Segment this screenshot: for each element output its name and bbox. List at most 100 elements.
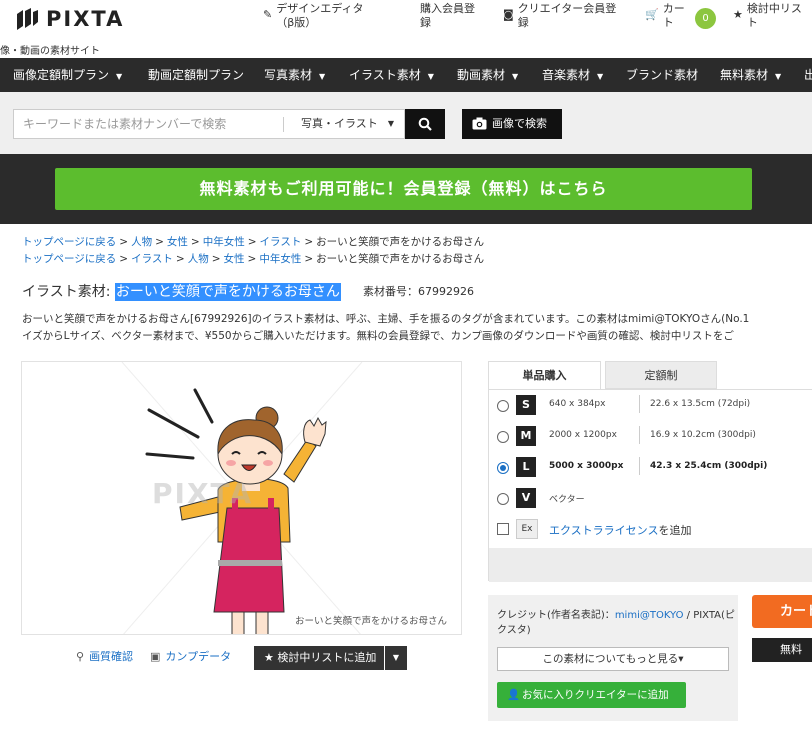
caret-down-icon: ▼ bbox=[597, 72, 604, 81]
signup-promo-button[interactable]: 無料素材もご利用可能に！会員登録（無料）はこちら bbox=[55, 168, 752, 210]
site-header: PIXTA 像・動画の素材サイト ✎ デザインエディタ（β版） 購入会員登録 ◙… bbox=[0, 0, 812, 57]
caret-down-icon: ▼ bbox=[512, 72, 519, 81]
camera-icon bbox=[472, 117, 487, 130]
breadcrumb-link[interactable]: トップページに戻る bbox=[22, 236, 116, 248]
cat-label: 出 bbox=[804, 68, 812, 82]
cat-free[interactable]: 無料素材 ▼ bbox=[720, 58, 781, 92]
title-name: おーいと笑顔で声をかけるお母さん bbox=[114, 283, 341, 301]
site-tagline: 像・動画の素材サイト bbox=[0, 46, 100, 57]
image-search-button[interactable]: 画像で検索 bbox=[462, 109, 562, 139]
nav-buyer-signup[interactable]: 購入会員登録 bbox=[420, 2, 490, 30]
search-type-value: 写真・イラスト bbox=[301, 117, 378, 130]
cat-label: イラスト素材 bbox=[349, 68, 421, 82]
breadcrumb: トップページに戻る > イラスト > 人物 > 女性 > 中年女性 > おーいと笑顔で声をかけるお母… bbox=[22, 253, 485, 265]
search-area: 写真・イラスト ▼ 画像で検索 bbox=[0, 92, 812, 154]
more-about-material-button[interactable]: この素材についてもっと見る▾ bbox=[497, 647, 729, 671]
pixta-logo[interactable]: PIXTA bbox=[14, 6, 124, 32]
breadcrumb-link[interactable]: トップページに戻る bbox=[22, 253, 116, 265]
cat-videos[interactable]: 動画素材 ▼ bbox=[457, 58, 518, 92]
caret-down-icon: ▼ bbox=[775, 72, 782, 81]
size-option-s[interactable]: S 640 x 384px 22.6 x 13.5cm (72dpi) bbox=[489, 392, 812, 422]
star-icon: ★ bbox=[264, 651, 278, 664]
size-option-m[interactable]: M 2000 x 1200px 16.9 x 10.2cm (300dpi) bbox=[489, 423, 812, 453]
breadcrumb-current: おーいと笑顔で声をかけるお母さん bbox=[316, 236, 485, 248]
free-download-button[interactable]: 無料 bbox=[752, 638, 812, 662]
cat-label: 音楽素材 bbox=[542, 68, 591, 82]
size-option-l[interactable]: L 5000 x 3000px 42.3 x 25.4cm (300dpi) bbox=[489, 454, 812, 484]
size-radio[interactable] bbox=[497, 400, 509, 412]
cat-label: 動画定額制プラン bbox=[148, 68, 245, 82]
star-icon: ★ bbox=[733, 8, 743, 21]
cat-illustrations[interactable]: イラスト素材 ▼ bbox=[349, 58, 434, 92]
cat-photos[interactable]: 写真素材 ▼ bbox=[264, 58, 325, 92]
quality-check-label: 画質確認 bbox=[89, 650, 134, 663]
size-radio[interactable] bbox=[497, 431, 509, 443]
breadcrumb-link[interactable]: 中年女性 bbox=[203, 236, 245, 248]
divider bbox=[283, 117, 284, 132]
add-favorite-creator-button[interactable]: 👤 お気に入りクリエイターに追加 bbox=[497, 682, 686, 708]
pencil-icon: ✎ bbox=[263, 8, 273, 21]
cat-video-subscription[interactable]: 動画定額制プラン bbox=[148, 58, 244, 92]
breadcrumb-link[interactable]: イラスト bbox=[260, 236, 302, 248]
breadcrumb-current: おーいと笑顔で声をかけるお母さん bbox=[316, 253, 485, 265]
size-code: M bbox=[516, 426, 536, 446]
cat-music[interactable]: 音楽素材 ▼ bbox=[542, 58, 603, 92]
size-code: S bbox=[516, 395, 536, 415]
search-icon bbox=[418, 117, 432, 131]
author-link[interactable]: mimi@TOKYO bbox=[615, 610, 684, 621]
material-number: 素材番号：67992926 bbox=[363, 285, 474, 298]
image-search-label: 画像で検索 bbox=[492, 117, 547, 130]
extra-license-suffix: を追加 bbox=[658, 524, 692, 537]
comp-data-link[interactable]: ▣ カンプデータ bbox=[150, 644, 231, 670]
nav-cart[interactable]: 🛒 カート bbox=[645, 2, 690, 30]
description-line: おーいと笑顔で声をかけるお母さん[67992926]のイラスト素材は、呼ぶ、主婦… bbox=[22, 313, 750, 325]
nav-wishlist-label: 検討中リスト bbox=[746, 2, 802, 29]
magnifier-icon: ⚲ bbox=[76, 650, 85, 663]
size-cm: 22.6 x 13.5cm (72dpi) bbox=[639, 395, 750, 413]
tab-single-purchase[interactable]: 単品購入 bbox=[488, 361, 601, 389]
nav-design-editor-label: デザインエディタ（β版） bbox=[276, 2, 364, 29]
size-code: L bbox=[516, 457, 536, 477]
search-button[interactable] bbox=[405, 109, 445, 139]
nav-wishlist[interactable]: ★ 検討中リスト bbox=[733, 2, 812, 30]
cat-brand[interactable]: ブランド素材 bbox=[626, 58, 698, 92]
size-radio-selected[interactable] bbox=[497, 462, 509, 474]
breadcrumb-link[interactable]: 女性 bbox=[167, 236, 188, 248]
breadcrumb-link[interactable]: 人物 bbox=[131, 236, 152, 248]
extra-license-checkbox[interactable] bbox=[497, 523, 509, 535]
size-option-v[interactable]: V ベクター bbox=[489, 485, 812, 515]
cat-label: 画像定額制プラン bbox=[13, 68, 110, 82]
breadcrumb-link[interactable]: 女性 bbox=[224, 253, 245, 265]
cat-image-subscription[interactable]: 画像定額制プラン ▼ bbox=[13, 58, 122, 92]
extra-license-option[interactable]: Ex エクストラライセンスを追加 bbox=[489, 516, 812, 546]
credit-box: クレジット(作者名表記)：mimi@TOKYO / PIXTA(ピクスタ) この… bbox=[488, 595, 738, 721]
credit-text: クレジット(作者名表記)：mimi@TOKYO / PIXTA(ピクスタ) bbox=[497, 608, 738, 638]
add-to-wishlist-button[interactable]: ★ 検討中リストに追加 bbox=[254, 646, 384, 670]
nav-design-editor[interactable]: ✎ デザインエディタ（β版） bbox=[263, 2, 393, 30]
size-cm: 42.3 x 25.4cm (300dpi) bbox=[639, 457, 767, 475]
comp-data-label: カンプデータ bbox=[165, 650, 232, 663]
search-type-select[interactable]: 写真・イラスト ▼ bbox=[283, 109, 405, 139]
tab-subscription[interactable]: 定額制 bbox=[605, 361, 717, 389]
add-to-cart-button[interactable]: カート bbox=[752, 595, 812, 628]
size-px: 5000 x 3000px bbox=[549, 461, 624, 471]
breadcrumb-link[interactable]: 中年女性 bbox=[259, 253, 301, 265]
preview-image[interactable]: PIXTA おーいと笑顔で声をかけるお母さん bbox=[21, 361, 462, 635]
breadcrumb-link[interactable]: 人物 bbox=[188, 253, 209, 265]
pixta-logo-icon bbox=[17, 8, 38, 30]
breadcrumb: トップページに戻る > 人物 > 女性 > 中年女性 > イラスト > おーいと笑顔で声をかけるお母… bbox=[22, 236, 485, 248]
search-input[interactable] bbox=[13, 109, 283, 139]
size-radio[interactable] bbox=[497, 493, 509, 505]
camera-icon: ◙ bbox=[503, 8, 514, 21]
category-bar: 画像定額制プラン ▼ 動画定額制プラン 写真素材 ▼ イラスト素材 ▼ 動画素材 ▼ 音… bbox=[0, 58, 812, 92]
cat-more[interactable]: 出 bbox=[804, 58, 812, 92]
cat-label: 無料素材 bbox=[720, 68, 769, 82]
extra-license-link[interactable]: エクストラライセンス bbox=[549, 524, 658, 537]
quality-check-link[interactable]: ⚲ 画質確認 bbox=[76, 644, 133, 670]
wishlist-dropdown-button[interactable]: ▼ bbox=[385, 646, 407, 670]
nav-creator-signup[interactable]: ◙ クリエイター会員登録 bbox=[503, 2, 628, 30]
preview-caption: おーいと笑顔で声をかけるお母さん bbox=[294, 616, 447, 627]
add-to-wishlist-label: 検討中リストに追加 bbox=[277, 651, 377, 664]
breadcrumb-link[interactable]: イラスト bbox=[131, 253, 173, 265]
page-title: イラスト素材: おーいと笑顔で声をかけるお母さん bbox=[22, 281, 341, 301]
